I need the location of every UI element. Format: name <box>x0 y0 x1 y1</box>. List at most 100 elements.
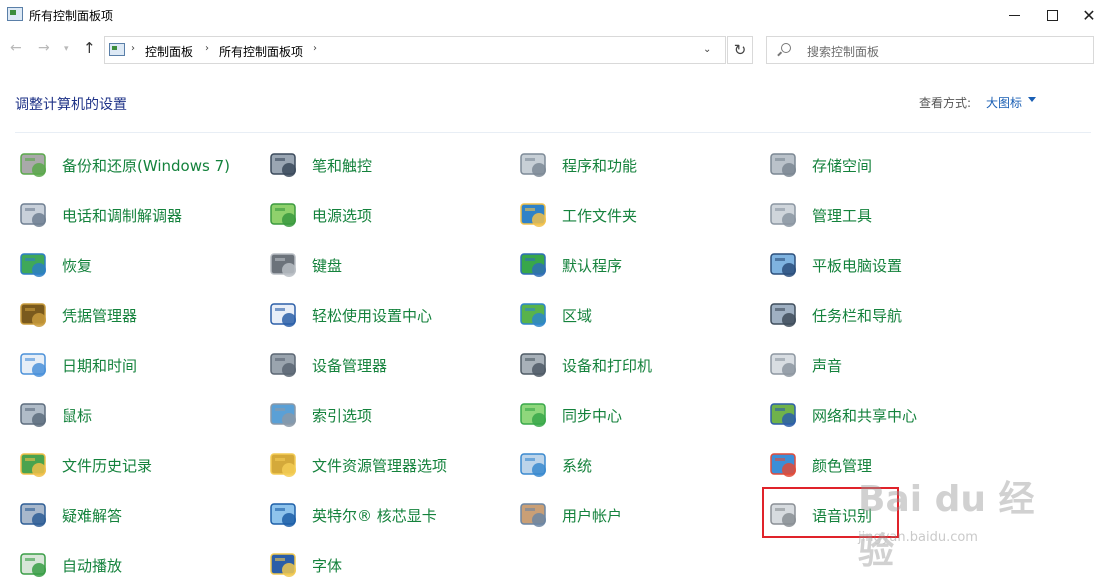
control-panel-item[interactable]: 英特尔® 核芯显卡 <box>268 495 508 535</box>
control-panel-item[interactable]: 用户帐户 <box>518 495 758 535</box>
forward-button[interactable]: → <box>38 40 50 56</box>
search-placeholder: 搜索控制面板 <box>807 45 880 59</box>
control-panel-item[interactable]: 存储空间 <box>768 145 1008 185</box>
item-label[interactable]: 用户帐户 <box>562 505 622 526</box>
control-panel-item[interactable]: 默认程序 <box>518 245 758 285</box>
refresh-button[interactable]: ↻ <box>727 36 753 64</box>
item-label[interactable]: 文件资源管理器选项 <box>312 455 447 476</box>
view-by-dropdown[interactable]: 大图标 <box>986 94 1022 111</box>
recent-locations-button[interactable]: ▾ <box>64 44 69 54</box>
control-panel-item[interactable]: 轻松使用设置中心 <box>268 295 508 335</box>
close-icon: ✕ <box>1082 5 1096 25</box>
date-time-icon <box>18 349 50 381</box>
item-label[interactable]: 默认程序 <box>562 255 622 276</box>
user-accounts-icon <box>518 499 550 531</box>
chevron-down-icon[interactable]: ⌄ <box>703 44 711 55</box>
item-label[interactable]: 英特尔® 核芯显卡 <box>312 505 437 526</box>
control-panel-item[interactable]: 文件历史记录 <box>18 445 258 485</box>
control-panel-item[interactable]: 备份和还原(Windows 7) <box>18 145 258 185</box>
file-history-icon <box>18 449 50 481</box>
back-button[interactable]: ← <box>10 40 22 56</box>
item-label[interactable]: 电话和调制解调器 <box>62 205 182 226</box>
control-panel-item[interactable]: 平板电脑设置 <box>768 245 1008 285</box>
mouse-icon <box>18 399 50 431</box>
page-title: 调整计算机的设置 <box>15 97 127 113</box>
control-panel-item[interactable]: 网络和共享中心 <box>768 395 1008 435</box>
tablet-settings-icon <box>768 249 800 281</box>
item-label[interactable]: 设备和打印机 <box>562 355 652 376</box>
intel-graphics-icon <box>268 499 300 531</box>
item-label[interactable]: 轻松使用设置中心 <box>312 305 432 326</box>
search-input[interactable]: 搜索控制面板 <box>766 36 1094 64</box>
control-panel-item[interactable]: 凭据管理器 <box>18 295 258 335</box>
minimize-icon <box>1008 14 1020 16</box>
address-bar[interactable]: › 控制面板 › 所有控制面板项 › ⌄ <box>104 36 726 64</box>
item-label[interactable]: 管理工具 <box>812 205 872 226</box>
control-panel-item[interactable]: 设备和打印机 <box>518 345 758 385</box>
item-label[interactable]: 备份和还原(Windows 7) <box>62 155 230 176</box>
control-panel-item[interactable]: 电话和调制解调器 <box>18 195 258 235</box>
item-label[interactable]: 声音 <box>812 355 842 376</box>
storage-spaces-icon <box>768 149 800 181</box>
breadcrumb-all-items[interactable]: 所有控制面板项 <box>219 43 303 60</box>
control-panel-item[interactable]: 键盘 <box>268 245 508 285</box>
control-panel-item[interactable]: 声音 <box>768 345 1008 385</box>
search-icon <box>781 43 791 53</box>
credential-manager-icon <box>18 299 50 331</box>
item-label[interactable]: 程序和功能 <box>562 155 637 176</box>
item-label[interactable]: 网络和共享中心 <box>812 405 917 426</box>
control-panel-item[interactable]: 日期和时间 <box>18 345 258 385</box>
close-button[interactable]: ✕ <box>1066 0 1106 30</box>
item-label[interactable]: 存储空间 <box>812 155 872 176</box>
region-icon <box>518 299 550 331</box>
chevron-right-icon: › <box>131 43 135 54</box>
control-panel-item[interactable]: 恢复 <box>18 245 258 285</box>
item-label[interactable]: 电源选项 <box>312 205 372 226</box>
item-label[interactable]: 笔和触控 <box>312 155 372 176</box>
item-label[interactable]: 自动播放 <box>62 555 122 576</box>
maximize-icon <box>1046 9 1058 21</box>
control-panel-item[interactable]: 同步中心 <box>518 395 758 435</box>
breadcrumb-control-panel[interactable]: 控制面板 <box>145 43 193 60</box>
control-panel-item[interactable]: 文件资源管理器选项 <box>268 445 508 485</box>
control-panel-item[interactable]: 设备管理器 <box>268 345 508 385</box>
item-label[interactable]: 疑难解答 <box>62 505 122 526</box>
up-button[interactable]: ↑ <box>83 39 96 57</box>
control-panel-item[interactable]: 索引选项 <box>268 395 508 435</box>
title-bar: 所有控制面板项 ✕ <box>0 0 1106 30</box>
control-panel-item[interactable]: 管理工具 <box>768 195 1008 235</box>
item-label[interactable]: 恢复 <box>62 255 92 276</box>
chevron-down-icon[interactable] <box>1028 97 1036 102</box>
item-label[interactable]: 键盘 <box>312 255 342 276</box>
fonts-icon <box>268 549 300 581</box>
control-panel-item[interactable]: 电源选项 <box>268 195 508 235</box>
control-panel-item[interactable]: 工作文件夹 <box>518 195 758 235</box>
item-label[interactable]: 鼠标 <box>62 405 92 426</box>
item-label[interactable]: 平板电脑设置 <box>812 255 902 276</box>
item-label[interactable]: 凭据管理器 <box>62 305 137 326</box>
control-panel-item[interactable]: 系统 <box>518 445 758 485</box>
control-panel-item[interactable]: 鼠标 <box>18 395 258 435</box>
control-panel-item[interactable]: 字体 <box>268 545 508 585</box>
control-panel-icon <box>7 7 23 21</box>
control-panel-item[interactable]: 程序和功能 <box>518 145 758 185</box>
item-label[interactable]: 系统 <box>562 455 592 476</box>
item-label[interactable]: 颜色管理 <box>812 455 872 476</box>
control-panel-item[interactable]: 颜色管理 <box>768 445 1008 485</box>
control-panel-item[interactable]: 自动播放 <box>18 545 258 585</box>
item-label[interactable]: 设备管理器 <box>312 355 387 376</box>
item-label[interactable]: 工作文件夹 <box>562 205 637 226</box>
control-panel-item[interactable]: 任务栏和导航 <box>768 295 1008 335</box>
item-label[interactable]: 字体 <box>312 555 342 576</box>
item-label[interactable]: 日期和时间 <box>62 355 137 376</box>
item-label[interactable]: 索引选项 <box>312 405 372 426</box>
control-panel-item[interactable]: 笔和触控 <box>268 145 508 185</box>
item-label[interactable]: 任务栏和导航 <box>812 305 902 326</box>
item-label[interactable]: 同步中心 <box>562 405 622 426</box>
view-by-label: 查看方式: <box>919 96 972 110</box>
control-panel-item[interactable]: 疑难解答 <box>18 495 258 535</box>
item-label[interactable]: 区域 <box>562 305 592 326</box>
item-label[interactable]: 文件历史记录 <box>62 455 152 476</box>
control-panel-item[interactable]: 区域 <box>518 295 758 335</box>
window-title: 所有控制面板项 <box>29 9 114 23</box>
